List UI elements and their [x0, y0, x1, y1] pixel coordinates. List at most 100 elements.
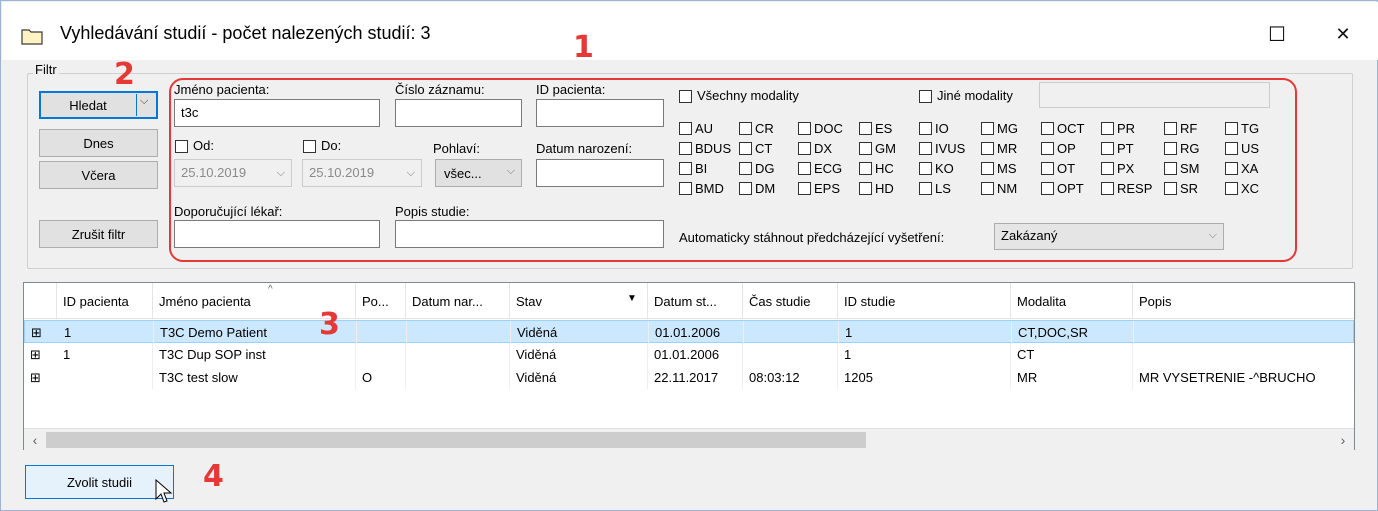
auto-download-select[interactable]: Zakázaný ⌵	[994, 223, 1224, 250]
modality-checkbox-opt[interactable]: OPT	[1041, 178, 1084, 198]
scrollbar-thumb[interactable]	[46, 432, 866, 448]
gender-select[interactable]: všec... ⌵	[435, 159, 522, 187]
checkbox-box[interactable]	[919, 121, 932, 135]
modality-checkbox-dm[interactable]: DM	[739, 178, 775, 198]
checkbox-box[interactable]	[679, 141, 692, 155]
checkbox-box[interactable]	[1164, 161, 1177, 175]
modality-checkbox-mg[interactable]: MG	[981, 118, 1018, 138]
modality-checkbox-ivus[interactable]: IVUS	[919, 138, 965, 158]
checkbox-box[interactable]	[1225, 161, 1238, 175]
checkbox-box[interactable]	[1041, 121, 1054, 135]
all-modalities-checkbox[interactable]	[679, 90, 692, 103]
checkbox-box[interactable]	[739, 181, 752, 195]
scroll-left-icon[interactable]: ‹	[26, 431, 44, 449]
table-row[interactable]: ⊞ T3C test slow O Viděná 22.11.2017 08:03:12 1…	[24, 366, 1356, 389]
modality-checkbox-io[interactable]: IO	[919, 118, 949, 138]
checkbox-box[interactable]	[679, 181, 692, 195]
checkbox-box[interactable]	[1041, 141, 1054, 155]
checkbox-box[interactable]	[798, 141, 811, 155]
modality-checkbox-resp[interactable]: RESP	[1101, 178, 1152, 198]
modality-checkbox-bi[interactable]: BI	[679, 158, 707, 178]
checkbox-box[interactable]	[1101, 121, 1114, 135]
modality-checkbox-pt[interactable]: PT	[1101, 138, 1134, 158]
modality-checkbox-px[interactable]: PX	[1101, 158, 1134, 178]
scroll-right-icon[interactable]: ›	[1334, 431, 1352, 449]
table-row[interactable]: ⊞ 1 T3C Dup SOP inst Viděná 01.01.2006 1 CT	[24, 343, 1356, 366]
modality-checkbox-sm[interactable]: SM	[1164, 158, 1200, 178]
modality-checkbox-ot[interactable]: OT	[1041, 158, 1075, 178]
maximize-button[interactable]: ☐	[1262, 20, 1292, 48]
column-header-8[interactable]: ID studie	[838, 283, 1011, 319]
modality-checkbox-xc[interactable]: XC	[1225, 178, 1259, 198]
column-header-0[interactable]	[24, 283, 57, 319]
checkbox-box[interactable]	[1164, 121, 1177, 135]
modality-checkbox-sr[interactable]: SR	[1164, 178, 1198, 198]
checkbox-box[interactable]	[739, 121, 752, 135]
column-header-10[interactable]: Popis	[1133, 283, 1356, 319]
from-date-checkbox[interactable]	[175, 140, 188, 153]
birth-date-input[interactable]	[536, 159, 664, 187]
checkbox-box[interactable]	[1225, 181, 1238, 195]
checkbox-box[interactable]	[859, 121, 872, 135]
checkbox-box[interactable]	[919, 141, 932, 155]
checkbox-box[interactable]	[981, 141, 994, 155]
filter-dropdown-icon[interactable]: ▼	[627, 293, 637, 304]
modality-checkbox-doc[interactable]: DOC	[798, 118, 843, 138]
checkbox-box[interactable]	[919, 161, 932, 175]
modality-checkbox-nm[interactable]: NM	[981, 178, 1017, 198]
modality-checkbox-dg[interactable]: DG	[739, 158, 775, 178]
modality-checkbox-au[interactable]: AU	[679, 118, 713, 138]
checkbox-box[interactable]	[739, 161, 752, 175]
patient-name-input[interactable]: t3c	[174, 99, 380, 127]
expand-icon[interactable]: ⊞	[24, 366, 57, 389]
checkbox-box[interactable]	[1164, 141, 1177, 155]
column-header-4[interactable]: Datum nar...	[406, 283, 510, 319]
checkbox-box[interactable]	[1041, 161, 1054, 175]
checkbox-box[interactable]	[1225, 121, 1238, 135]
search-button-label[interactable]: Hledat	[40, 98, 136, 113]
chevron-down-icon[interactable]: ⌵	[140, 95, 148, 108]
modality-checkbox-ct[interactable]: CT	[739, 138, 772, 158]
modality-checkbox-dx[interactable]: DX	[798, 138, 832, 158]
to-date-checkbox[interactable]	[303, 140, 316, 153]
modality-checkbox-pr[interactable]: PR	[1101, 118, 1135, 138]
modality-checkbox-gm[interactable]: GM	[859, 138, 896, 158]
horizontal-scrollbar[interactable]: ‹ ›	[24, 428, 1354, 450]
checkbox-box[interactable]	[798, 161, 811, 175]
modality-checkbox-ko[interactable]: KO	[919, 158, 954, 178]
column-header-1[interactable]: ID pacienta	[57, 283, 153, 319]
checkbox-box[interactable]	[1101, 141, 1114, 155]
checkbox-box[interactable]	[798, 181, 811, 195]
table-row[interactable]: ⊞ 1 T3C Demo Patient Viděná 01.01.2006 1 CT,DO…	[24, 320, 1357, 344]
checkbox-box[interactable]	[981, 181, 994, 195]
referring-doctor-input[interactable]	[174, 220, 380, 248]
modality-checkbox-xa[interactable]: XA	[1225, 158, 1258, 178]
modality-checkbox-es[interactable]: ES	[859, 118, 892, 138]
close-button[interactable]: ✕	[1328, 20, 1358, 48]
checkbox-box[interactable]	[1101, 181, 1114, 195]
checkbox-box[interactable]	[919, 181, 932, 195]
modality-checkbox-op[interactable]: OP	[1041, 138, 1076, 158]
modality-checkbox-tg[interactable]: TG	[1225, 118, 1259, 138]
checkbox-box[interactable]	[1225, 141, 1238, 155]
checkbox-box[interactable]	[859, 181, 872, 195]
modality-checkbox-rg[interactable]: RG	[1164, 138, 1200, 158]
checkbox-box[interactable]	[859, 161, 872, 175]
column-header-7[interactable]: Čas studie	[743, 283, 838, 319]
clear-filter-button[interactable]: Zrušit filtr	[39, 220, 158, 248]
modality-checkbox-oct[interactable]: OCT	[1041, 118, 1084, 138]
study-description-input[interactable]	[395, 220, 664, 248]
other-modalities-checkbox[interactable]	[919, 90, 932, 103]
checkbox-box[interactable]	[798, 121, 811, 135]
column-header-3[interactable]: Po...	[356, 283, 406, 319]
choose-study-button[interactable]: Zvolit studii	[25, 465, 174, 499]
modality-checkbox-hd[interactable]: HD	[859, 178, 894, 198]
record-number-input[interactable]	[395, 99, 522, 127]
checkbox-box[interactable]	[1164, 181, 1177, 195]
checkbox-box[interactable]	[859, 141, 872, 155]
modality-checkbox-ls[interactable]: LS	[919, 178, 951, 198]
checkbox-box[interactable]	[981, 161, 994, 175]
checkbox-box[interactable]	[679, 121, 692, 135]
checkbox-box[interactable]	[981, 121, 994, 135]
modality-checkbox-cr[interactable]: CR	[739, 118, 774, 138]
